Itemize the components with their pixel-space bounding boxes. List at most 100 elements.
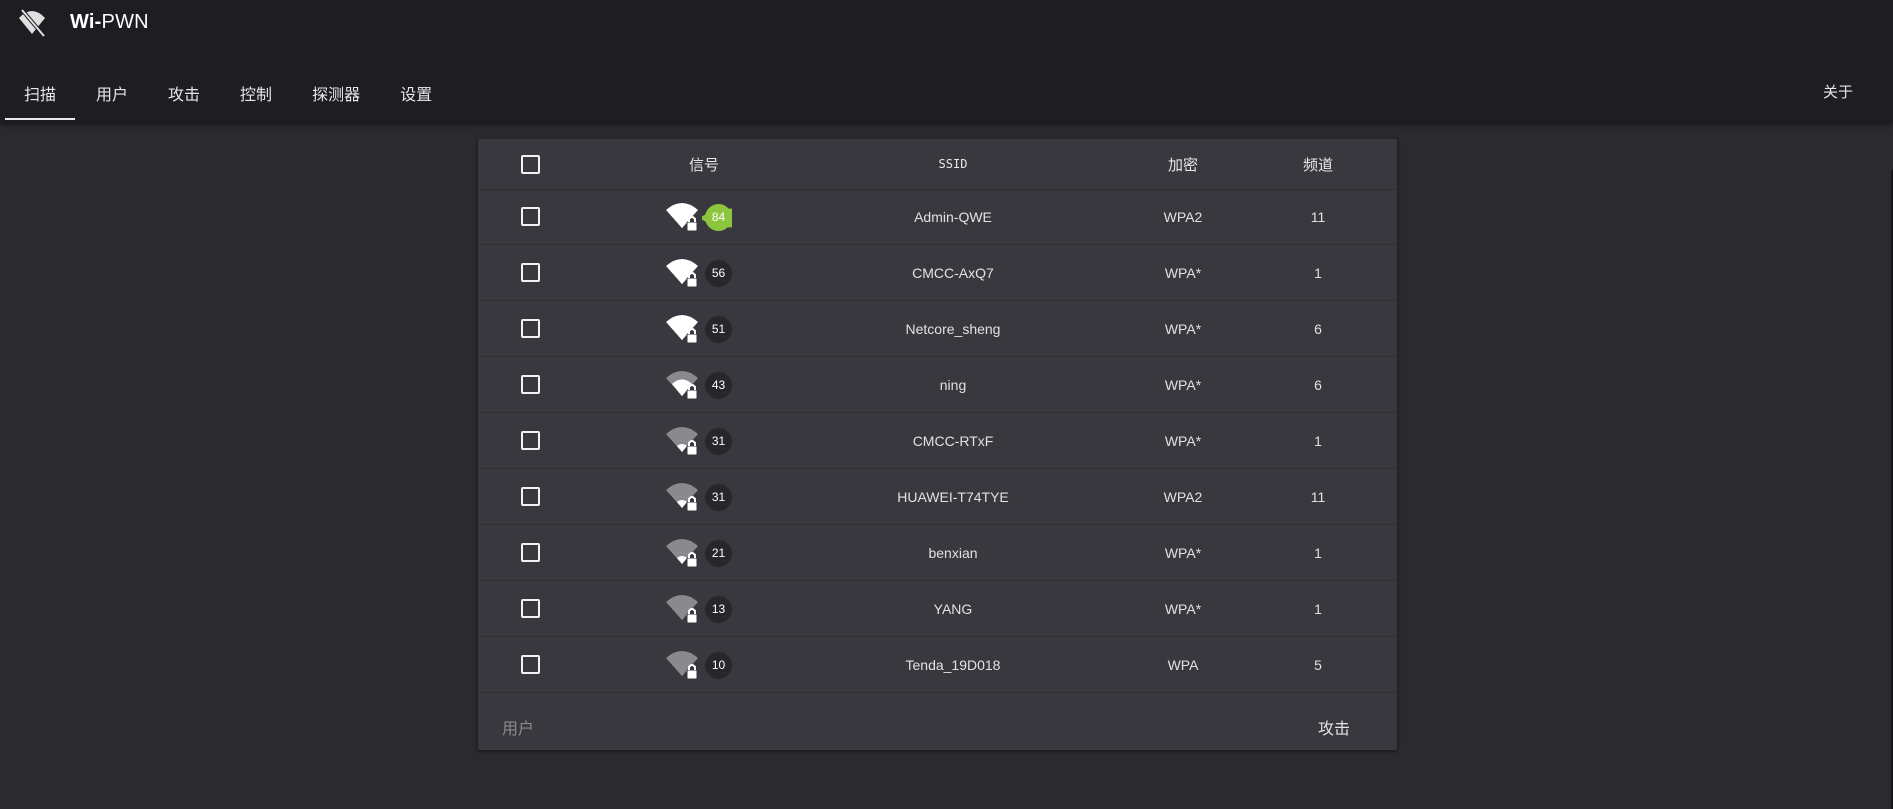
wifi-lock-icon [666,594,698,623]
channel-cell: 1 [1314,544,1322,561]
card-footer: 用户 攻击 [478,695,1397,750]
ssid-cell: YANG [933,600,973,617]
wifi-lock-icon [666,202,698,231]
attack-button[interactable]: 攻击 [1318,715,1350,739]
signal-cell: 51 [640,301,768,356]
row-checkbox[interactable] [520,599,540,618]
row-select-cell [478,581,582,636]
signal-cell: 31 [640,413,768,468]
signal-cell: 21 [640,525,768,580]
tab-control[interactable]: 控制 [221,68,291,120]
table-row[interactable]: 84 Admin-QWE WPA2 11 [478,189,1397,245]
channel-cell: 1 [1314,432,1322,449]
signal-cell: 43 [640,357,768,412]
signal-value-badge: 31 [705,427,732,455]
table-row[interactable]: 56 CMCC-AxQ7 WPA* 1 [478,245,1397,301]
row-select-cell [478,525,582,580]
scan-results-card: 信号 SSID 加密 频道 84 Admin-QWE WPA2 11 56 CMCC-Ax… [478,139,1397,750]
ssid-header: SSID [938,157,968,171]
signal-header: 信号 [688,156,719,174]
channel-cell: 11 [1310,208,1326,225]
signal-indicator: 43 [664,368,744,402]
main-nav: 扫描 用户 攻击 控制 探测器 设置 [5,68,451,122]
encryption-cell: WPA* [1164,320,1202,337]
table-row[interactable]: 51 Netcore_sheng WPA* 6 [478,301,1397,357]
signal-indicator: 84 [664,200,744,234]
signal-value-badge: 51 [705,315,732,343]
signal-indicator: 10 [664,648,744,682]
row-checkbox[interactable] [520,319,540,338]
row-checkbox[interactable] [520,431,540,450]
encryption-cell: WPA2 [1163,208,1203,225]
signal-value-badge: 84 [705,203,732,231]
ssid-cell: Netcore_sheng [905,320,1001,337]
wifi-lock-icon [666,258,698,287]
tab-users[interactable]: 用户 [77,68,147,120]
wifi-off-icon [19,8,46,38]
row-checkbox[interactable] [520,263,540,282]
tab-settings[interactable]: 设置 [381,68,451,120]
channel-header: 频道 [1302,156,1333,174]
signal-indicator: 56 [664,256,744,290]
channel-cell: 5 [1314,656,1322,673]
channel-cell: 1 [1314,264,1322,281]
signal-value-badge: 10 [705,651,732,679]
channel-cell: 6 [1314,376,1322,393]
wifi-lock-icon [666,370,698,399]
row-checkbox[interactable] [520,655,540,674]
users-button[interactable]: 用户 [502,715,534,739]
table-row[interactable]: 31 HUAWEI-T74TYE WPA2 11 [478,469,1397,525]
wifi-lock-icon [666,650,698,679]
table-row[interactable]: 31 CMCC-RTxF WPA* 1 [478,413,1397,469]
wifi-lock-icon [666,314,698,343]
select-all-cell [478,139,582,189]
signal-cell: 56 [640,245,768,300]
top-bar: Wi-PWN 扫描 用户 攻击 控制 探测器 设置 关于 [0,0,1893,122]
signal-value-badge: 43 [705,371,732,399]
app-title: Wi-PWN [70,10,149,33]
row-select-cell [478,189,582,244]
table-row[interactable]: 13 YANG WPA* 1 [478,581,1397,637]
table-row[interactable]: 21 benxian WPA* 1 [478,525,1397,581]
signal-indicator: 13 [664,592,744,626]
ssid-cell: benxian [928,544,978,561]
signal-value-badge: 13 [705,595,732,623]
tab-scan[interactable]: 扫描 [5,68,76,120]
signal-value-badge: 31 [705,483,732,511]
wifi-lock-icon [666,482,698,511]
select-all-checkbox[interactable] [520,154,540,174]
encryption-cell: WPA* [1164,432,1202,449]
channel-cell: 11 [1310,488,1326,505]
ssid-cell: CMCC-RTxF [912,432,994,449]
row-checkbox[interactable] [520,375,540,394]
signal-value-badge: 56 [705,259,732,287]
channel-cell: 1 [1314,600,1322,617]
row-select-cell [478,637,582,692]
brand: Wi-PWN [16,6,149,38]
signal-indicator: 21 [664,536,744,570]
encryption-cell: WPA2 [1163,488,1203,505]
row-select-cell [478,469,582,524]
ssid-cell: CMCC-AxQ7 [912,264,994,281]
row-checkbox[interactable] [520,487,540,506]
ssid-cell: Admin-QWE [914,208,992,225]
table-header: 信号 SSID 加密 频道 [478,139,1397,190]
encryption-cell: WPA [1167,656,1199,673]
ssid-cell: ning [939,376,967,393]
about-link[interactable]: 关于 [1823,81,1853,102]
tab-attack[interactable]: 攻击 [149,68,219,120]
row-select-cell [478,245,582,300]
table-row[interactable]: 43 ning WPA* 6 [478,357,1397,413]
signal-cell: 84 [640,189,768,244]
row-checkbox[interactable] [520,543,540,562]
signal-indicator: 51 [664,312,744,346]
table-row[interactable]: 10 Tenda_19D018 WPA 5 [478,637,1397,693]
wifi-lock-icon [666,538,698,567]
signal-value-badge: 21 [705,539,732,567]
encryption-cell: WPA* [1164,544,1202,561]
tab-detector[interactable]: 探测器 [293,68,379,120]
row-checkbox[interactable] [520,207,540,226]
encryption-cell: WPA* [1164,600,1202,617]
signal-indicator: 31 [664,424,744,458]
row-select-cell [478,357,582,412]
